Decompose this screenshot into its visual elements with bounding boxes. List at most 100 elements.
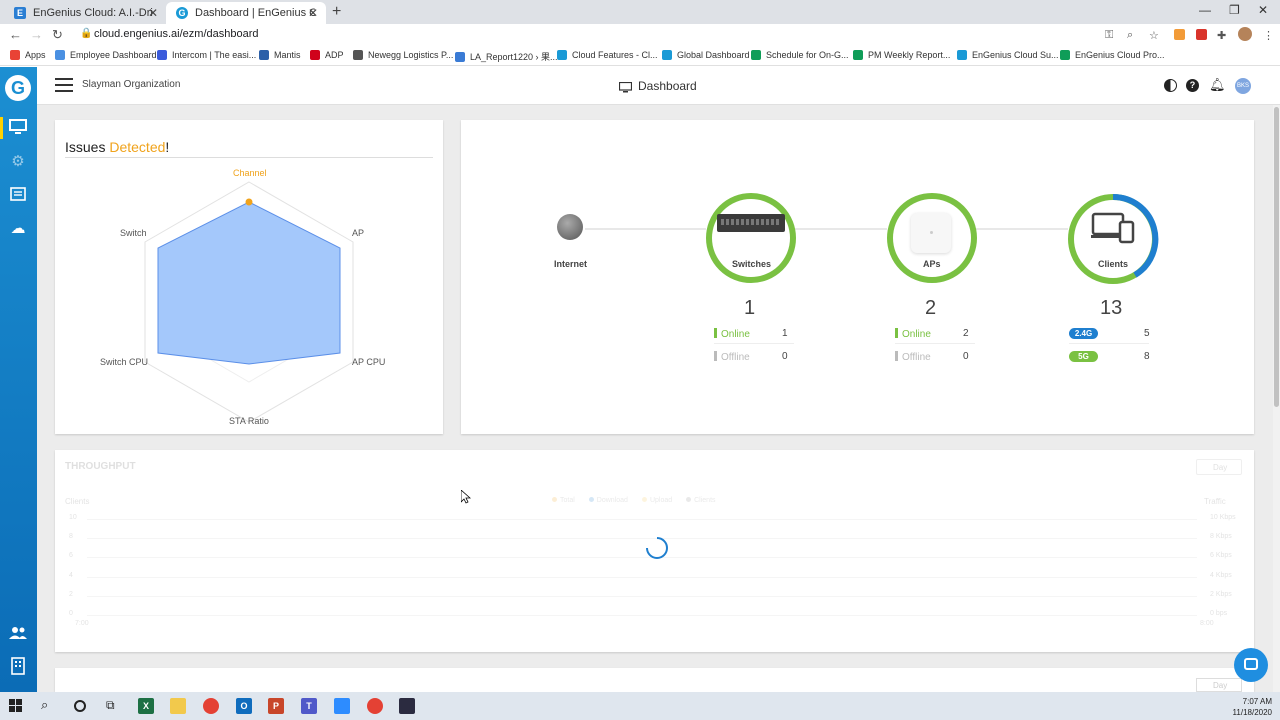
- zoom-icon[interactable]: ⌕: [1127, 29, 1133, 42]
- task-view-icon[interactable]: ⧉: [106, 698, 115, 713]
- theme-toggle-icon[interactable]: [1164, 79, 1177, 92]
- search-icon[interactable]: ⌕: [41, 697, 48, 713]
- divider: [1069, 343, 1149, 344]
- address-bar[interactable]: cloud.engenius.ai/ezm/dashboard: [94, 28, 259, 40]
- radar-label-switch: Switch: [120, 228, 147, 238]
- legend-item[interactable]: Upload: [641, 497, 673, 504]
- switches-count: 1: [744, 297, 756, 319]
- range-select[interactable]: Day: [1196, 459, 1242, 475]
- close-window-icon[interactable]: ✕: [1258, 3, 1268, 17]
- close-tab-icon[interactable]: ✕: [148, 6, 158, 20]
- app-sidebar: G ⚙ ☁: [0, 67, 37, 692]
- legend-swatch: [588, 497, 594, 502]
- bookmark-favicon-icon: [353, 50, 363, 60]
- bookmark-item[interactable]: Employee Dashboard: [55, 50, 157, 60]
- bookmark-item[interactable]: Mantis: [259, 50, 301, 60]
- profile-avatar[interactable]: [1238, 27, 1252, 41]
- system-clock[interactable]: 7:07 AM 11/18/2020: [1233, 696, 1272, 718]
- left-axis-tick: 6: [69, 552, 73, 560]
- bookmark-item[interactable]: PM Weekly Report...: [853, 50, 950, 60]
- radar-point-channel[interactable]: [245, 198, 253, 206]
- help-icon[interactable]: ?: [1186, 79, 1199, 92]
- extension-icon[interactable]: [1196, 29, 1207, 40]
- legend-label: Upload: [649, 497, 673, 504]
- outlook-icon[interactable]: O: [236, 698, 252, 714]
- legend-item[interactable]: Total: [552, 497, 575, 504]
- dashboard-monitor-icon[interactable]: [9, 119, 27, 137]
- clock-time: 7:07 AM: [1242, 697, 1272, 706]
- cloud-icon[interactable]: ☁: [9, 220, 27, 238]
- legend-item[interactable]: Download: [588, 497, 628, 504]
- organization-name[interactable]: Slayman Organization: [82, 79, 180, 90]
- key-icon[interactable]: ⚿: [1105, 29, 1113, 42]
- legend-label: Download: [596, 497, 628, 504]
- aps-online-count: 2: [963, 328, 969, 339]
- legend-label: Clients: [694, 497, 716, 504]
- bookmark-favicon-icon: [557, 50, 567, 60]
- bookmark-label: Employee Dashboard: [70, 50, 157, 60]
- internet-globe-icon[interactable]: [557, 214, 583, 240]
- range-select[interactable]: Day: [1196, 678, 1242, 692]
- lower-card: Day: [55, 668, 1254, 692]
- reload-icon[interactable]: ↻: [52, 27, 63, 43]
- browser-tab-active[interactable]: G Dashboard | EnGenius Cloud - S ✕: [166, 2, 326, 24]
- band-24g-badge: 2.4G: [1069, 328, 1098, 339]
- inventory-list-icon[interactable]: [9, 186, 27, 204]
- close-tab-icon[interactable]: ✕: [308, 6, 318, 20]
- restore-icon[interactable]: ❐: [1229, 3, 1240, 17]
- hamburger-menu-icon[interactable]: [55, 78, 73, 97]
- legend-item[interactable]: Clients: [686, 497, 716, 504]
- status-bar: [714, 351, 717, 361]
- extension-icon[interactable]: [1174, 29, 1185, 40]
- menu-dots-icon[interactable]: ⋮: [1263, 29, 1274, 42]
- scrollbar-thumb[interactable]: [1274, 107, 1279, 407]
- puzzle-icon[interactable]: ✚: [1217, 29, 1226, 42]
- bookmark-item[interactable]: Newegg Logistics P...: [353, 50, 453, 60]
- back-icon[interactable]: ←: [9, 27, 22, 42]
- connector-line: [585, 228, 706, 230]
- aps-count: 2: [925, 297, 937, 319]
- bookmark-item[interactable]: Schedule for On-G...: [751, 50, 849, 60]
- bookmark-favicon-icon: [157, 50, 167, 60]
- new-tab-icon[interactable]: +: [332, 3, 341, 21]
- switches-node[interactable]: [706, 193, 796, 283]
- bookmark-label: Newegg Logistics P...: [368, 50, 454, 60]
- chrome-icon[interactable]: [203, 698, 219, 714]
- cortana-icon[interactable]: [74, 700, 86, 712]
- bookmark-item[interactable]: Intercom | The easi...: [157, 50, 256, 60]
- powerpoint-icon[interactable]: P: [268, 698, 284, 714]
- chat-icon: [1244, 658, 1258, 670]
- building-icon[interactable]: [9, 657, 27, 675]
- tab-title: Dashboard | EnGenius Cloud - S: [195, 7, 315, 19]
- left-axis-title: Clients: [65, 497, 90, 506]
- forward-icon[interactable]: →: [30, 27, 43, 42]
- file-explorer-icon[interactable]: [170, 698, 186, 714]
- bookmark-item[interactable]: EnGenius Cloud Su...: [957, 50, 1059, 60]
- engenius-logo[interactable]: G: [5, 75, 31, 101]
- teams-icon[interactable]: T: [301, 698, 317, 714]
- bookmark-label: ADP: [325, 50, 344, 60]
- bookmark-item[interactable]: Global Dashboard: [662, 50, 750, 60]
- bookmark-item[interactable]: Cloud Features - Cl...: [557, 50, 658, 60]
- minimize-icon[interactable]: —: [1199, 3, 1211, 17]
- bookmark-item[interactable]: LA_Report1220 › 果...: [455, 50, 558, 63]
- notification-bell-icon[interactable]: 🔔︎: [1209, 77, 1226, 93]
- recording-app-icon[interactable]: [399, 698, 415, 714]
- browser-tab[interactable]: E EnGenius Cloud: A.I.-Driven Sma ✕: [4, 2, 166, 24]
- aps-online-label: Online: [902, 329, 931, 340]
- switches-online-label: Online: [721, 329, 750, 340]
- bookmark-item[interactable]: Apps: [10, 50, 46, 60]
- star-icon[interactable]: ☆: [1149, 29, 1159, 42]
- bookmark-favicon-icon: [310, 50, 320, 60]
- bookmark-item[interactable]: ADP: [310, 50, 344, 60]
- chrome-active-icon[interactable]: [367, 698, 383, 714]
- user-avatar[interactable]: BKS: [1235, 78, 1251, 94]
- divider: [895, 343, 975, 344]
- windows-start-icon[interactable]: [9, 699, 22, 717]
- chat-launcher-button[interactable]: [1234, 648, 1268, 682]
- bookmark-item[interactable]: EnGenius Cloud Pro...: [1060, 50, 1165, 60]
- settings-gear-icon[interactable]: ⚙: [9, 153, 27, 171]
- zoom-app-icon[interactable]: [334, 698, 350, 714]
- excel-icon[interactable]: X: [138, 698, 154, 714]
- users-icon[interactable]: [9, 626, 27, 644]
